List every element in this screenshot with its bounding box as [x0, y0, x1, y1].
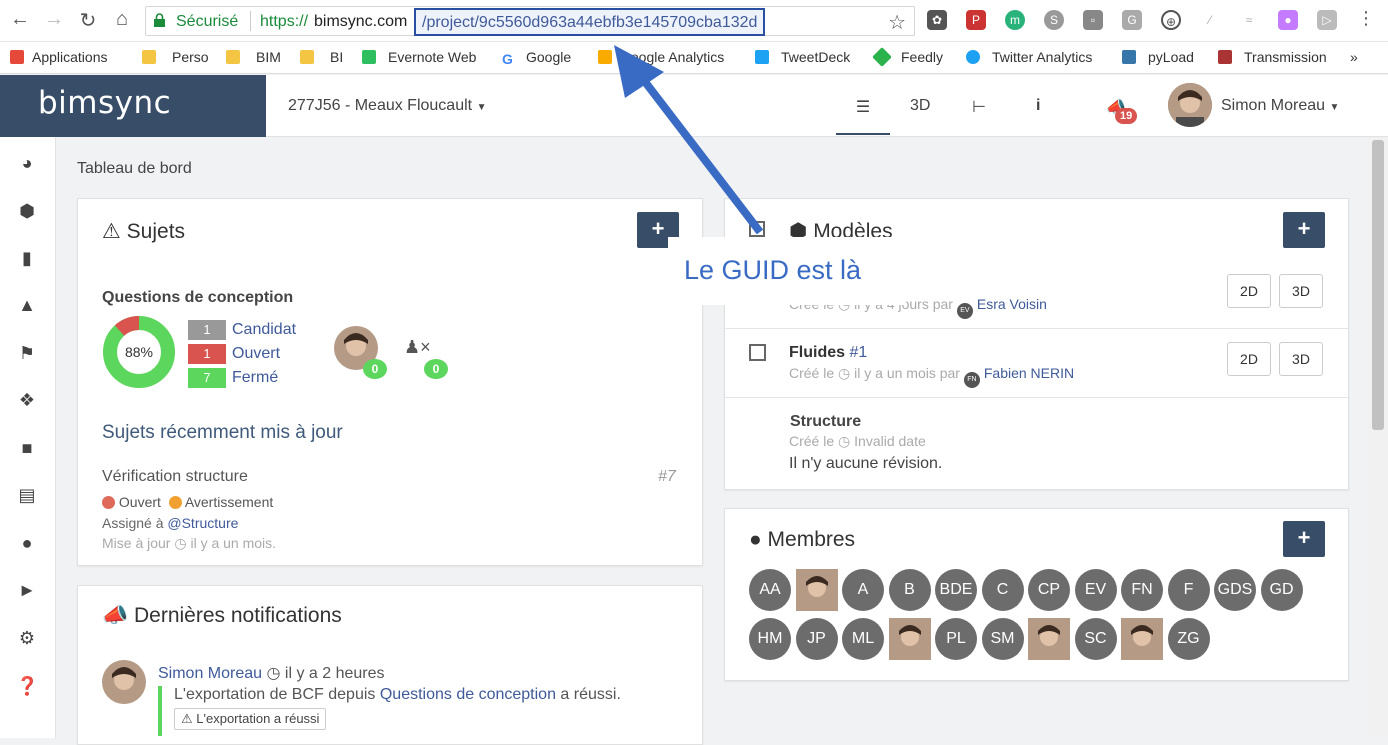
annotation-arrow — [614, 45, 764, 235]
annotation-label: Le GUID est là — [668, 237, 906, 305]
